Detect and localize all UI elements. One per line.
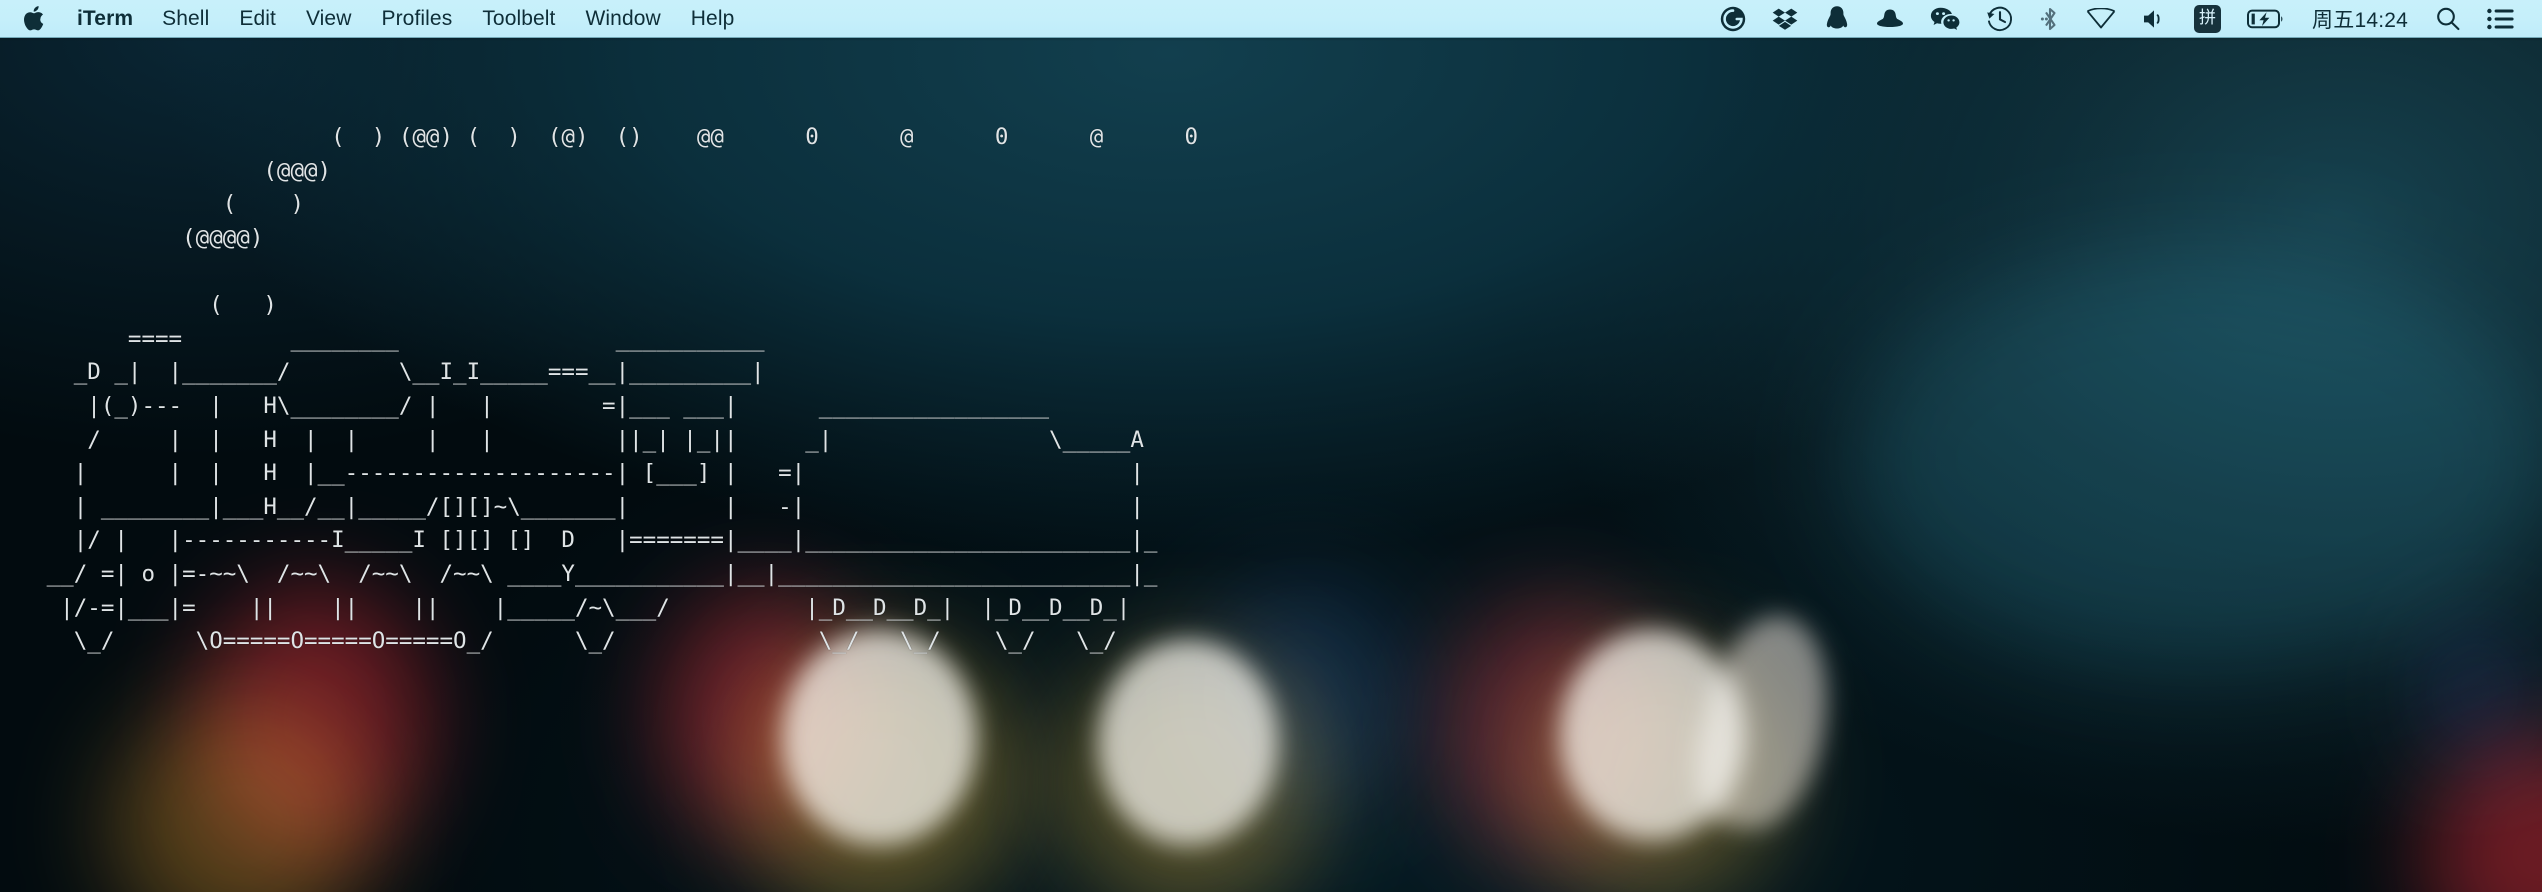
menu-item-help[interactable]: Help	[676, 0, 750, 38]
menu-item-toolbelt[interactable]: Toolbelt	[467, 0, 570, 38]
menu-item-window[interactable]: Window	[571, 0, 676, 38]
menu-bar-status-tray: 拼 周五14:24	[1707, 0, 2542, 38]
menu-bar-clock[interactable]: 周五14:24	[2298, 4, 2422, 34]
tray-wechat[interactable]	[1917, 0, 1973, 38]
tray-input-method[interactable]: 拼	[2181, 0, 2234, 38]
tray-control-center[interactable]	[2474, 0, 2528, 38]
menu-bar-left: iTerm Shell Edit View Profiles Toolbelt …	[0, 0, 749, 38]
tray-spotlight[interactable]	[2422, 0, 2474, 38]
dropbox-icon	[1772, 6, 1798, 32]
ascii-train-art: ( ) (@@) ( ) (@) () @@ 0 @ 0 @ 0 (@@@) (…	[46, 124, 1199, 655]
tray-wifi[interactable]	[2073, 0, 2129, 38]
grammarly-icon	[1720, 6, 1746, 32]
tray-time-machine[interactable]	[1973, 0, 2027, 38]
tray-grammarly[interactable]	[1707, 0, 1759, 38]
battery-charging-icon	[2247, 8, 2285, 30]
tray-dropbox[interactable]	[1759, 0, 1811, 38]
tray-bluetooth[interactable]	[2027, 0, 2073, 38]
time-machine-icon	[1986, 5, 2014, 33]
bartender-hat-icon	[1876, 7, 1904, 31]
menu-item-edit[interactable]: Edit	[224, 0, 291, 38]
input-method-badge: 拼	[2194, 4, 2222, 33]
tray-bartender[interactable]	[1863, 0, 1917, 38]
apple-logo-icon	[22, 5, 45, 32]
menu-item-iterm[interactable]: iTerm	[63, 0, 147, 38]
search-icon	[2435, 6, 2461, 32]
qq-penguin-icon	[1824, 5, 1850, 32]
volume-icon	[2142, 7, 2168, 31]
menu-item-view[interactable]: View	[291, 0, 367, 38]
tray-battery[interactable]	[2234, 0, 2298, 38]
menu-item-shell[interactable]: Shell	[147, 0, 224, 38]
menu-item-profiles[interactable]: Profiles	[366, 0, 467, 38]
iterm-terminal-window[interactable]: ( ) (@@) ( ) (@) () @@ 0 @ 0 @ 0 (@@@) (…	[0, 38, 2542, 892]
apple-menu[interactable]	[14, 0, 63, 38]
macos-menu-bar[interactable]: iTerm Shell Edit View Profiles Toolbelt …	[0, 0, 2542, 41]
tray-volume[interactable]	[2129, 0, 2181, 38]
tray-qq[interactable]	[1811, 0, 1863, 38]
bluetooth-icon	[2040, 5, 2060, 33]
wifi-icon	[2086, 7, 2116, 30]
desktop: ( ) (@@) ( ) (@) () @@ 0 @ 0 @ 0 (@@@) (…	[0, 0, 2542, 892]
wechat-icon	[1930, 6, 1960, 32]
control-center-icon	[2487, 8, 2515, 30]
